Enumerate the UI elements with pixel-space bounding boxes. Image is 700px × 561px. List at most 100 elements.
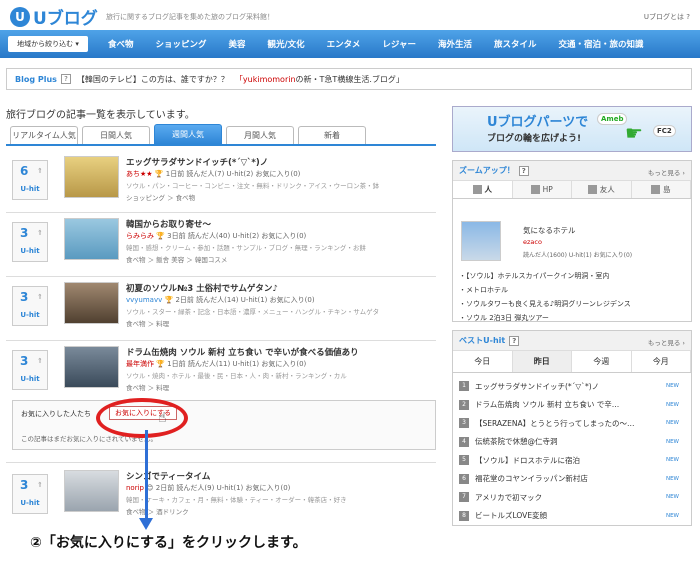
entry-author[interactable]: あち★★ xyxy=(126,170,153,178)
thumbnail[interactable] xyxy=(64,346,119,388)
list-item[interactable]: ・メトロホテル xyxy=(459,285,689,299)
what-is-link[interactable]: Uブログとは ? xyxy=(644,12,690,22)
blog-plus-user[interactable]: 「yukimomorin xyxy=(235,74,296,85)
uhit-label[interactable]: U-hit xyxy=(13,311,47,319)
zoom-tab-person[interactable]: 人 xyxy=(453,181,513,198)
uhit-label[interactable]: U-hit xyxy=(13,185,47,193)
nav-item-beauty[interactable]: 美容 xyxy=(229,38,246,50)
entry-author[interactable]: vvyumavv xyxy=(126,296,162,304)
entry-title[interactable]: シンゴでティータイム xyxy=(126,470,210,482)
tab-weekly[interactable]: 週間人気 xyxy=(154,124,222,144)
nav-item-overseas[interactable]: 海外生活 xyxy=(438,38,472,50)
list-item[interactable]: 6 福花堂のコヤンイラッパン新村店 NEW xyxy=(459,470,685,489)
entry-category[interactable]: ショッピング ＞ 食べ物 xyxy=(126,192,195,202)
entry-stats: 😊 2日前 読んだ人(9) U-hit(1) お気に入り(0) xyxy=(146,484,291,492)
help-icon[interactable]: ? xyxy=(518,165,529,176)
rank-number: 7 xyxy=(459,492,469,503)
list-item[interactable]: ・ソウルタワーも良く見える♪明洞グリーンレジデンス xyxy=(459,299,689,313)
thumbnail[interactable] xyxy=(64,218,119,260)
logo[interactable]: U Uブログ xyxy=(10,4,98,29)
zoom-tab-friends[interactable]: 友人 xyxy=(572,181,632,198)
entry-tags: 韓国・ケーキ・カフェ・月・無料・体験・ティー・オーダー・韓茶店・好き xyxy=(126,496,347,504)
thumbnail[interactable] xyxy=(64,282,119,324)
blog-plus-link[interactable]: 【韓国のテレビ】この方は、誰ですか？？ xyxy=(77,74,229,85)
zoom-more-link[interactable]: もっと見る › xyxy=(648,167,685,177)
entry-meta: あち★★ 🏆 1日前 読んだ人(7) U-hit(2) お気に入り(0) xyxy=(126,169,300,179)
entry-author[interactable]: らみらみ xyxy=(126,232,154,240)
entry-tags: ソウル・パン・コーヒー・コンビニ・注文・無料・ドリンク・アイス・ウーロン茶・鉢 xyxy=(126,182,380,190)
list-item[interactable]: 7 アメリカで初マック NEW xyxy=(459,488,685,507)
best-tab-month[interactable]: 今月 xyxy=(631,351,691,372)
list-item[interactable]: ・【ソウル】ホテルスカイパークイン明洞・室内 xyxy=(459,271,689,285)
area-select[interactable]: 地域から絞り込む ▾ xyxy=(8,36,88,52)
blog-plus-blog[interactable]: の新・T急T横線生活.ブログ」 xyxy=(296,74,404,85)
divider xyxy=(6,462,436,463)
list-item[interactable]: 5 【ソウル】ドロスホテルに宿泊 NEW xyxy=(459,451,685,470)
nav-item-style[interactable]: 旅スタイル xyxy=(494,38,537,50)
help-icon[interactable]: ? xyxy=(509,335,520,346)
nav-item-leisure[interactable]: レジャー xyxy=(382,38,416,50)
list-item[interactable]: 2 ドラム缶焼肉 ソウル 新村 立ち食い で辛… NEW xyxy=(459,396,685,415)
rank-number: 3 xyxy=(20,354,29,368)
banner-title: Uブログパーツで xyxy=(487,115,589,130)
rank-number: 3 xyxy=(459,418,469,429)
rank-badge: 3 ⇑ U-hit xyxy=(12,350,48,390)
zoom-tab-label: HP xyxy=(542,185,553,194)
entry-category[interactable]: 食べ物 ＞ 料理 xyxy=(126,318,169,328)
arrow-line xyxy=(145,430,148,522)
zoom-tab-island[interactable]: 島 xyxy=(631,181,691,198)
tab-daily[interactable]: 日間人気 xyxy=(82,126,150,144)
entry-title[interactable]: 初夏のソウル№3 土俗村でサムゲタン♪ xyxy=(126,282,278,294)
tab-realtime[interactable]: リアルタイム人気 xyxy=(10,126,78,144)
rank-number: 3 xyxy=(20,226,29,240)
list-item[interactable]: ・ソウル 2泊3日 弾丸ツアー xyxy=(459,313,689,327)
tab-new[interactable]: 新着 xyxy=(298,126,366,144)
thumbnail[interactable] xyxy=(64,470,119,512)
blog-parts-banner[interactable]: Uブログパーツで ブログの輪を広げよう! Ameb ☛ FC2 xyxy=(452,106,692,152)
best-tabs: 今日 昨日 今週 今月 xyxy=(453,351,691,373)
zoom-tab-hp[interactable]: HP xyxy=(512,181,572,198)
entry-title[interactable]: エッグサラダサンドイッチ(*´▽`*)ノ xyxy=(126,156,268,168)
arrow-up-icon: ⇑ xyxy=(37,167,43,175)
entry-author[interactable]: 最年満作 xyxy=(126,360,154,368)
uhit-label[interactable]: U-hit xyxy=(13,499,47,507)
entry-title[interactable]: ドラム缶焼肉 ソウル 新村 立ち食い で辛いが食べる価値あり xyxy=(126,346,359,358)
favorites-label: お気に入りした人たち xyxy=(21,410,91,418)
rank-number: 1 xyxy=(459,381,469,392)
nav-item-food[interactable]: 食べ物 xyxy=(108,38,134,50)
thumbnail[interactable] xyxy=(64,156,119,198)
entry-title[interactable]: 韓国からお取り寄せ〜 xyxy=(126,218,211,230)
nav-item-shopping[interactable]: ショッピング xyxy=(156,38,207,50)
list-item[interactable]: 8 ビートルズLOVE変顔 NEW xyxy=(459,507,685,526)
entry-category[interactable]: 食べ物 ＞ 料理 xyxy=(126,382,169,392)
uhit-label[interactable]: U-hit xyxy=(13,375,47,383)
list-item[interactable]: 3 【SERAZENA】とうとう行ってしまったの〜… NEW xyxy=(459,414,685,433)
new-badge: NEW xyxy=(665,494,679,501)
best-item-title: 【SERAZENA】とうとう行ってしまったの〜… xyxy=(475,418,635,428)
zoom-tabs: 人 HP 友人 島 xyxy=(453,181,691,199)
nav-item-sightseeing[interactable]: 観光/文化 xyxy=(268,38,305,50)
best-tab-today[interactable]: 今日 xyxy=(453,351,513,372)
help-icon[interactable]: ? xyxy=(60,74,71,84)
nav-item-entertainment[interactable]: エンタメ xyxy=(327,38,361,50)
nav-item-transport[interactable]: 交通・宿泊・旅の知識 xyxy=(559,38,644,50)
best-item-title: エッグサラダサンドイッチ(*´▽`*)ノ xyxy=(475,381,600,391)
best-tab-week[interactable]: 今週 xyxy=(572,351,632,372)
list-item[interactable]: 4 伝統茶院で休憩@仁寺洞 NEW xyxy=(459,433,685,452)
rank-number: 3 xyxy=(20,478,29,492)
zoom-thumbnail[interactable] xyxy=(461,221,501,261)
zoom-author[interactable]: ezaco xyxy=(523,238,542,246)
rank-badge: 3 ⇑ U-hit xyxy=(12,222,48,262)
list-item[interactable]: 1 エッグサラダサンドイッチ(*´▽`*)ノ NEW xyxy=(459,377,685,396)
best-more-link[interactable]: もっと見る › xyxy=(648,337,685,347)
entry-meta: vvyumavv 🏆 2日前 読んだ人(14) U-hit(1) お気に入り(0… xyxy=(126,295,315,305)
entry-category[interactable]: 食べ物 ＞ 酒ドリンク xyxy=(126,506,189,516)
rank-number: 8 xyxy=(459,510,469,521)
tab-monthly[interactable]: 月間人気 xyxy=(226,126,294,144)
zoom-blog-name[interactable]: 気になるホテル xyxy=(523,225,576,236)
best-tab-yesterday[interactable]: 昨日 xyxy=(512,351,572,372)
uhit-label[interactable]: U-hit xyxy=(13,247,47,255)
best-uhit-title: ベストU-hit xyxy=(459,336,506,345)
entry-author[interactable]: norip xyxy=(126,484,144,492)
entry-category[interactable]: 食べ物 ＞ 飯舎 美容 ＞ 韓国コスメ xyxy=(126,254,227,264)
